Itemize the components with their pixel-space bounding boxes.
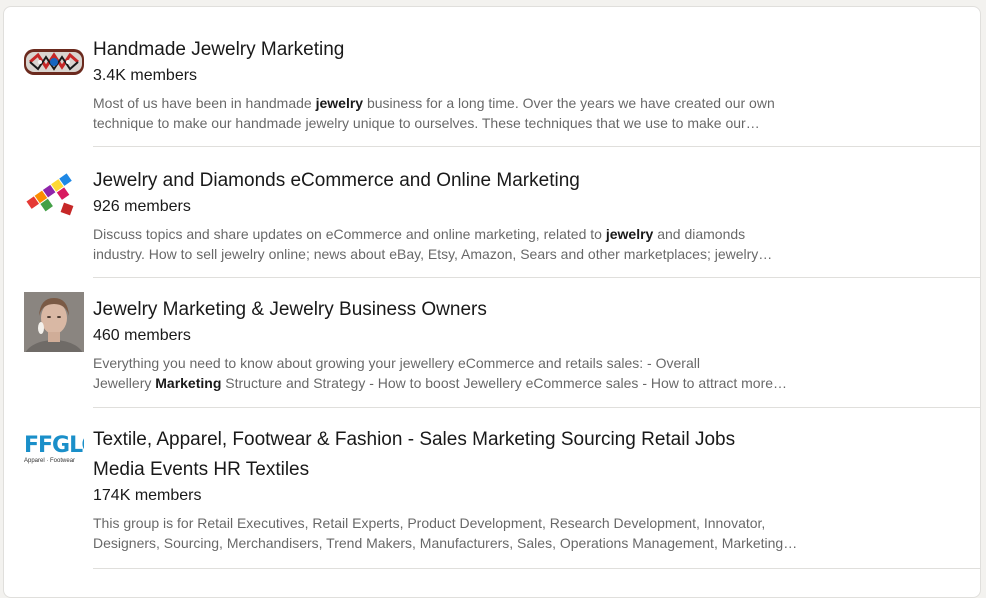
woman-portrait-image — [24, 292, 84, 352]
description-line-2: industry. How to sell jewelry online; ne… — [93, 246, 773, 262]
description-text: Jewellery — [93, 375, 156, 391]
description-line-2: technique to make our handmade jewelry u… — [93, 115, 760, 131]
title-line-2: Media Events HR Textiles — [93, 459, 310, 480]
keyword-highlight: Marketing — [155, 375, 222, 391]
group-description: Most of us have been in handmade jewelry… — [93, 93, 833, 133]
description-line-2: Jewellery Marketing Structure and Strate… — [93, 373, 833, 393]
member-count: 926 members — [93, 198, 191, 215]
groups-search-results-card: Handmade Jewelry Marketing 3.4K members … — [3, 6, 981, 598]
group-info: Handmade Jewelry Marketing 3.4K members … — [93, 35, 833, 133]
group-description: This group is for Retail Executives, Ret… — [93, 513, 833, 553]
group-thumbnail-1[interactable] — [24, 31, 84, 91]
group-thumbnail-4[interactable]: FFGLOB Apparel · Footwear — [24, 431, 84, 491]
group-info: Jewelry Marketing & Jewelry Business Own… — [93, 295, 833, 393]
group-thumbnail-2[interactable] — [24, 162, 84, 222]
member-count: 3.4K members — [93, 67, 198, 84]
group-title-link[interactable]: Handmade Jewelry Marketing — [93, 35, 833, 65]
group-thumbnail-3[interactable] — [24, 292, 84, 352]
description-line-1: Discuss topics and share updates on eCom… — [93, 224, 833, 244]
fglobal-logo: FFGLOB — [24, 433, 84, 458]
description-line-2: Designers, Sourcing, Merchandisers, Tren… — [93, 535, 798, 551]
beaded-bracelet-image — [24, 31, 84, 91]
description-text: and diamonds — [653, 226, 746, 242]
result-divider — [93, 407, 980, 408]
keyword-highlight: jewelry — [315, 95, 364, 111]
group-title-link[interactable]: Jewelry and Diamonds eCommerce and Onlin… — [93, 166, 833, 196]
group-description: Everything you need to know about growin… — [93, 353, 833, 393]
colorful-tiles-image — [24, 162, 84, 222]
description-line-1: This group is for Retail Executives, Ret… — [93, 515, 766, 531]
group-description: Discuss topics and share updates on eCom… — [93, 224, 833, 264]
description-text: Most of us have been in handmade — [93, 95, 316, 111]
member-count: 460 members — [93, 327, 191, 344]
keyword-highlight: jewelry — [605, 226, 654, 242]
description-text: business for a long time. Over the years… — [363, 95, 775, 111]
group-info: Jewelry and Diamonds eCommerce and Onlin… — [93, 166, 833, 264]
member-count: 174K members — [93, 487, 202, 504]
title-line-1: Textile, Apparel, Footwear & Fashion - S… — [93, 429, 736, 450]
result-divider — [93, 277, 980, 278]
group-info: Textile, Apparel, Footwear & Fashion - S… — [93, 425, 833, 553]
result-divider — [93, 146, 980, 147]
description-line-1: Most of us have been in handmade jewelry… — [93, 93, 833, 113]
group-title-link[interactable]: Jewelry Marketing & Jewelry Business Own… — [93, 295, 833, 325]
description-text: Discuss topics and share updates on eCom… — [93, 226, 606, 242]
result-divider — [93, 568, 980, 569]
description-text: Structure and Strategy - How to boost Je… — [221, 375, 788, 391]
description-line-1: Everything you need to know about growin… — [93, 355, 700, 371]
group-title-link[interactable]: Textile, Apparel, Footwear & Fashion - S… — [93, 425, 833, 485]
logo-tagline: Apparel · Footwear — [24, 458, 76, 464]
